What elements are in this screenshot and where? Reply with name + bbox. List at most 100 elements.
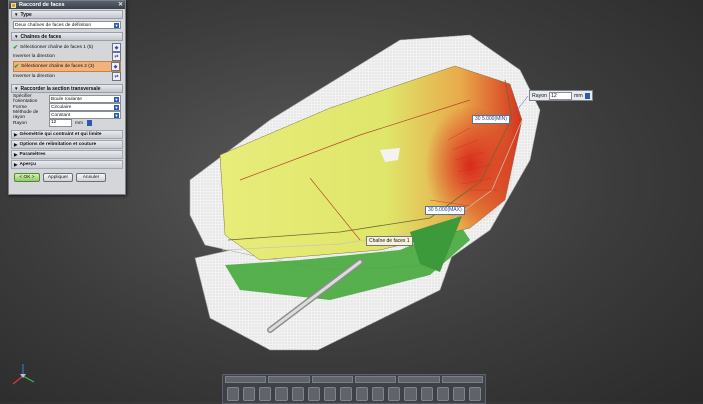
chevron-down-icon: ▼ [14,12,19,17]
toolbar-tool-icon[interactable] [227,387,240,401]
chevron-right-icon: ▶ [14,131,18,137]
chains-section-header[interactable]: ▼ Chaînes de faces [11,32,123,41]
radius-label: Rayon [13,120,27,126]
max-radius-label: 30 5.000(MAX) [425,206,465,215]
toolbar-tab-3[interactable] [311,376,353,383]
chevron-right-icon: ▶ [14,141,18,147]
dialog-title: Raccord de faces [19,2,65,8]
max-radius-value: 30 [428,207,434,213]
toolbar-tool-icon[interactable] [307,387,320,401]
collapsed-section-label: Paramètres [19,152,46,157]
type-section-title: Type [20,11,32,18]
cross-section-header[interactable]: ▼ Raccorder la section transversale [11,84,123,93]
shape-label: Forme [13,104,27,110]
toolbar-tab-4[interactable] [354,376,397,383]
dialog-titlebar[interactable]: Raccord de faces ✕ [9,1,125,9]
orientation-value: Boule roulante [51,96,82,102]
compass-icon[interactable] [10,362,36,388]
toolbar-tool-icon[interactable] [372,387,385,401]
radius-onscreen-unit: mm [574,92,583,99]
chevron-down-icon: ▼ [14,34,19,39]
invert-direction-1-row[interactable]: Inverser la direction ⇄ [13,52,121,61]
toolbar-tool-icon[interactable] [275,387,288,401]
radius-onscreen-input[interactable]: Rayon 12 mm [529,90,593,101]
radius-unit: mm [75,120,83,126]
toolbar-tool-icon[interactable] [452,387,465,401]
toolbar-tab-6[interactable] [441,376,483,383]
dropdown-icon[interactable]: ▼ [114,104,119,110]
chevron-right-icon: ▶ [14,151,18,157]
check-icon: ✔ [14,64,20,70]
toolbar-tool-icon[interactable] [436,387,449,401]
collapsed-section-geometry[interactable]: ▶ Géométrie qui contraint et qui limite [11,130,123,139]
radius-onscreen-label: Rayon [532,92,547,99]
invert-direction-2-row[interactable]: Inverser la direction ⇄ [13,72,121,81]
toolbar-tool-icon[interactable] [356,387,369,401]
orientation-label: Spécifier l'orientation [13,94,38,104]
type-select-value: Deux chaînes de faces de définition [15,22,92,28]
min-radius-label: 30 5.000(MIN) [472,115,510,124]
type-section: ▼ Type Deux chaînes de faces de définiti… [11,10,123,31]
radius-field[interactable]: 12 [49,119,72,127]
method-select[interactable]: Constant ▼ [49,111,121,119]
collapsed-section-parameters[interactable]: ▶ Paramètres [11,150,123,159]
toolbar-tool-icon[interactable] [420,387,433,401]
collapsed-section-preview[interactable]: ▶ Aperçu [11,160,123,169]
toolbar-tool-icon[interactable] [291,387,304,401]
chains-section-title: Chaînes de faces [20,33,62,40]
face-chain-tooltip: Chaîne de faces 1 [366,236,413,246]
toolbar-tool-icon[interactable] [259,387,272,401]
max-radius-text: 5.000(MAX) [434,207,462,213]
apply-button[interactable]: Appliquer [43,173,73,182]
toolbar-tab-5[interactable] [398,376,440,383]
shape-value: Circulaire [51,104,72,110]
select-chain-1-label: Sélectionner chaîne de faces 1 (5) [20,45,94,50]
radius-spinner[interactable] [87,120,92,126]
collapsed-section-label: Géométrie qui contraint et qui limite [19,132,102,137]
bottom-toolbar[interactable] [222,374,486,404]
cross-section: ▼ Raccorder la section transversale Spéc… [11,84,123,129]
select-chain-2-label: Sélectionner chaîne de faces 2 (3) [21,64,95,69]
toolbar-tool-icon[interactable] [468,387,481,401]
toolbar-tab-2[interactable] [268,376,310,383]
type-section-header[interactable]: ▼ Type [11,10,123,19]
type-select[interactable]: Deux chaînes de faces de définition ▼ [13,21,121,29]
direction-icon[interactable]: ⇄ [112,52,121,61]
chains-section: ▼ Chaînes de faces ✔ Sélectionner chaîne… [11,32,123,83]
chevron-right-icon: ▶ [14,161,18,167]
radius-onscreen-field[interactable]: 12 [549,91,572,100]
toolbar-tab-1[interactable] [225,376,267,383]
select-chain-1-row[interactable]: ✔ Sélectionner chaîne de faces 1 (5) ◆ [13,43,121,52]
cancel-button[interactable]: Annuler [76,173,106,182]
toolbar-tool-icon[interactable] [243,387,256,401]
min-radius-text: 5.000(MIN) [481,116,507,122]
select-chain-2-row[interactable]: ✔ Sélectionner chaîne de faces 2 (3) ◆ [13,61,121,72]
toolbar-tool-icon[interactable] [404,387,417,401]
ok-button[interactable]: < OK > [14,173,40,182]
invert-direction-1-label: Inverser la direction [13,54,55,59]
check-icon: ✔ [13,45,19,51]
dropdown-icon[interactable]: ▼ [114,112,119,118]
collapsed-section-trim[interactable]: ▶ Options de relimitation et couture [11,140,123,149]
method-value: Constant [51,112,71,118]
radius-onscreen-spinner[interactable] [584,92,590,99]
collapsed-section-label: Aperçu [19,162,36,167]
cross-section-title: Raccorder la section transversale [20,85,101,92]
toolbar-tool-icon[interactable] [339,387,352,401]
chevron-down-icon: ▼ [14,86,19,91]
blend-icon [11,2,16,8]
method-label: Méthode de rayon [13,110,39,120]
direction-icon[interactable]: ⇄ [112,72,121,81]
min-radius-value: 30 [475,116,481,122]
toolbar-tool-icon[interactable] [323,387,336,401]
dropdown-icon[interactable]: ▼ [114,22,119,28]
orientation-select[interactable]: Boule roulante ▼ [49,95,121,103]
close-icon[interactable]: ✕ [118,2,123,8]
toolbar-tool-icon[interactable] [388,387,401,401]
select-face-icon[interactable]: ◆ [111,62,120,71]
dropdown-icon[interactable]: ▼ [114,96,119,102]
invert-direction-2-label: Inverser la direction [13,74,55,79]
select-face-icon[interactable]: ◆ [112,43,121,52]
shape-select[interactable]: Circulaire ▼ [49,103,121,111]
face-blend-dialog[interactable]: Raccord de faces ✕ ▼ Type Deux chaînes d… [8,0,126,195]
